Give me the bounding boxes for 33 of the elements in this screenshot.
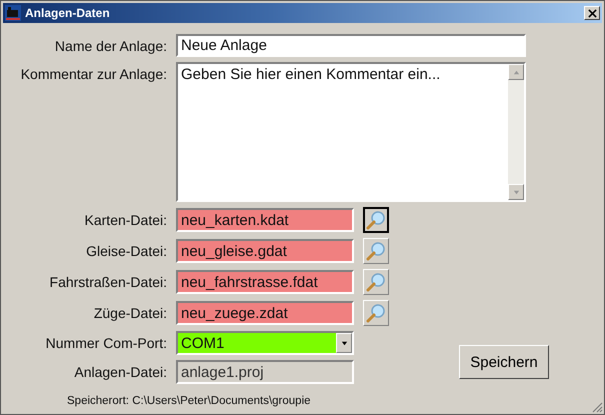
save-location-text: Speicherort: C:\Users\Peter\Documents\groupie <box>67 395 311 407</box>
window-title: Anlagen-Daten <box>25 6 111 20</box>
project-file-field: anlage1.proj <box>176 360 354 384</box>
search-icon <box>366 303 386 323</box>
field-label: Gleise-Datei: <box>85 243 167 259</box>
comment-field[interactable]: Geben Sie hier einen Kommentar ein... <box>176 62 526 202</box>
file-field[interactable]: neu_zuege.zdat <box>176 301 354 325</box>
field-label: Züge-Datei: <box>92 305 167 321</box>
locomotive-icon <box>5 5 21 21</box>
field-label: Karten-Datei: <box>84 212 167 228</box>
field-label: Anlagen-Datei: <box>73 364 167 380</box>
file-field[interactable]: neu_gleise.gdat <box>176 239 354 263</box>
close-icon <box>588 8 596 18</box>
browse-button[interactable] <box>363 207 389 233</box>
down-arrow-icon <box>512 188 520 196</box>
scroll-up-button[interactable] <box>508 64 524 80</box>
file-field[interactable]: neu_fahrstrasse.fdat <box>176 270 354 294</box>
com-port-dropdown[interactable]: COM1 <box>176 331 354 355</box>
scroll-down-button[interactable] <box>508 184 524 200</box>
close-button[interactable] <box>584 6 600 20</box>
scrollbar[interactable] <box>508 64 524 200</box>
field-label: Kommentar zur Anlage: <box>20 65 167 82</box>
field-label: Name der Anlage: <box>54 38 167 54</box>
up-arrow-icon <box>512 68 520 76</box>
file-field[interactable]: neu_karten.kdat <box>176 208 354 232</box>
search-icon <box>366 272 386 292</box>
resize-grip-icon <box>591 401 603 413</box>
save-button[interactable]: Speichern <box>459 345 549 379</box>
search-icon <box>366 241 386 261</box>
search-icon <box>366 210 386 230</box>
field-label: Fahrstraßen-Datei: <box>48 274 167 290</box>
name-field[interactable]: Neue Anlage <box>176 34 526 57</box>
field-label: Nummer Com-Port: <box>44 335 167 351</box>
